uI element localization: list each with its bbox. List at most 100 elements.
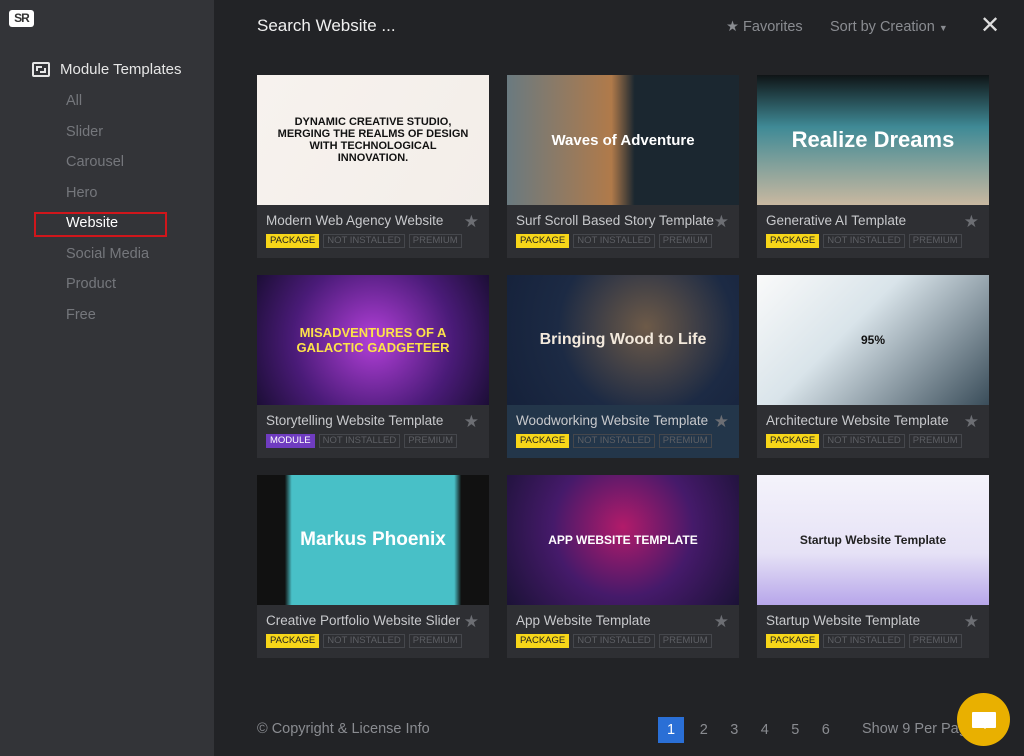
- template-thumbnail[interactable]: MISADVENTURES OF A GALACTIC GADGETEER: [257, 275, 489, 405]
- type-badge: PACKAGE: [516, 634, 570, 648]
- card-info: Architecture Website Template ★ PACKAGE …: [757, 405, 989, 458]
- install-status-badge: NOT INSTALLED: [823, 634, 905, 648]
- favorite-star-icon[interactable]: ★: [714, 212, 729, 232]
- thumbnail-headline: MISADVENTURES OF A GALACTIC GADGETEER: [296, 325, 450, 355]
- type-badge: PACKAGE: [516, 234, 570, 248]
- badges: PACKAGE NOT INSTALLED PREMIUM: [766, 634, 980, 648]
- thumbnail-headline: 95%: [860, 333, 886, 347]
- sidebar-item-hero[interactable]: Hero: [66, 183, 149, 214]
- page-4[interactable]: 4: [750, 717, 781, 743]
- premium-badge: PREMIUM: [658, 234, 712, 248]
- install-status-badge: NOT INSTALLED: [823, 434, 905, 448]
- thumbnail-headline: Realize Dreams: [791, 127, 955, 152]
- premium-badge: PREMIUM: [408, 634, 462, 648]
- type-badge: MODULE: [266, 434, 315, 448]
- card-info: Modern Web Agency Website ★ PACKAGE NOT …: [257, 205, 489, 258]
- badges: PACKAGE NOT INSTALLED PREMIUM: [766, 234, 980, 248]
- sidebar-item-slider[interactable]: Slider: [66, 122, 149, 153]
- type-badge: PACKAGE: [766, 634, 820, 648]
- template-thumbnail[interactable]: Waves of Adventure: [507, 75, 739, 205]
- template-card[interactable]: Realize Dreams Generative AI Template ★ …: [757, 75, 989, 258]
- star-icon: ★: [726, 19, 739, 35]
- card-info: Generative AI Template ★ PACKAGE NOT INS…: [757, 205, 989, 258]
- premium-badge: PREMIUM: [908, 434, 962, 448]
- chat-icon: [971, 711, 996, 729]
- favorite-star-icon[interactable]: ★: [714, 612, 729, 632]
- type-badge: PACKAGE: [266, 234, 320, 248]
- sidebar-item-all[interactable]: All: [66, 91, 149, 122]
- template-thumbnail[interactable]: Startup Website Template: [757, 475, 989, 605]
- card-info: Surf Scroll Based Story Template ★ PACKA…: [507, 205, 739, 258]
- sidebar-item-free[interactable]: Free: [66, 305, 149, 336]
- favorite-star-icon[interactable]: ★: [964, 412, 979, 432]
- chat-button[interactable]: [957, 693, 1010, 746]
- template-title: Startup Website Template: [766, 613, 921, 628]
- template-title: Modern Web Agency Website: [266, 213, 444, 228]
- install-status-badge: NOT INSTALLED: [323, 234, 405, 248]
- page-5[interactable]: 5: [780, 717, 811, 743]
- template-thumbnail[interactable]: 95%: [757, 275, 989, 405]
- page-6[interactable]: 6: [811, 717, 842, 743]
- template-card[interactable]: Waves of Adventure Surf Scroll Based Sto…: [507, 75, 739, 258]
- search-input[interactable]: Search Website ...: [257, 16, 396, 36]
- premium-badge: PREMIUM: [908, 234, 962, 248]
- template-card[interactable]: Bringing Wood to Life Woodworking Websit…: [507, 275, 739, 458]
- template-thumbnail[interactable]: Bringing Wood to Life: [507, 275, 739, 405]
- thumbnail-headline: Startup Website Template: [799, 533, 947, 547]
- type-badge: PACKAGE: [266, 634, 320, 648]
- template-card[interactable]: DYNAMIC CREATIVE STUDIO, MERGING THE REA…: [257, 75, 489, 258]
- template-thumbnail[interactable]: Realize Dreams: [757, 75, 989, 205]
- template-title: Generative AI Template: [766, 213, 907, 228]
- close-button[interactable]: ✕: [980, 14, 1000, 38]
- thumbnail-headline: Waves of Adventure: [551, 131, 695, 149]
- type-badge: PACKAGE: [766, 434, 820, 448]
- install-status-badge: NOT INSTALLED: [573, 434, 655, 448]
- thumbnail-headline: Bringing Wood to Life: [539, 331, 707, 348]
- page-3[interactable]: 3: [719, 717, 750, 743]
- card-info: Creative Portfolio Website Slider ★ PACK…: [257, 605, 489, 658]
- badges: PACKAGE NOT INSTALLED PREMIUM: [266, 234, 480, 248]
- template-card[interactable]: Markus Phoenix Creative Portfolio Websit…: [257, 475, 489, 658]
- sidebar-item-carousel[interactable]: Carousel: [66, 152, 149, 183]
- logo: SR: [9, 10, 34, 27]
- type-badge: PACKAGE: [516, 434, 570, 448]
- badges: PACKAGE NOT INSTALLED PREMIUM: [766, 434, 980, 448]
- template-thumbnail[interactable]: DYNAMIC CREATIVE STUDIO, MERGING THE REA…: [257, 75, 489, 205]
- install-status-badge: NOT INSTALLED: [318, 434, 401, 448]
- premium-badge: PREMIUM: [658, 634, 712, 648]
- favorite-star-icon[interactable]: ★: [464, 612, 479, 632]
- template-card[interactable]: 95% Architecture Website Template ★ PACK…: [757, 275, 989, 458]
- sidebar-item-product[interactable]: Product: [66, 274, 149, 305]
- badges: PACKAGE NOT INSTALLED PREMIUM: [266, 634, 480, 648]
- template-card[interactable]: APP WEBSITE TEMPLATE App Website Templat…: [507, 475, 739, 658]
- template-title: Storytelling Website Template: [266, 413, 444, 428]
- favorite-star-icon[interactable]: ★: [964, 612, 979, 632]
- favorites-label: Favorites: [743, 19, 803, 35]
- page-1[interactable]: 1: [658, 717, 684, 743]
- sidebar-item-social-media[interactable]: Social Media: [66, 244, 149, 275]
- favorite-star-icon[interactable]: ★: [714, 412, 729, 432]
- template-title: Architecture Website Template: [766, 413, 949, 428]
- favorites-button[interactable]: ★ Favorites: [726, 19, 803, 35]
- template-card[interactable]: Startup Website Template Startup Website…: [757, 475, 989, 658]
- pagination: 1 2 3 4 5 6: [658, 717, 841, 743]
- install-status-badge: NOT INSTALLED: [573, 234, 655, 248]
- favorite-star-icon[interactable]: ★: [964, 212, 979, 232]
- card-info: Startup Website Template ★ PACKAGE NOT I…: [757, 605, 989, 658]
- favorite-star-icon[interactable]: ★: [464, 212, 479, 232]
- premium-badge: PREMIUM: [908, 634, 962, 648]
- install-status-badge: NOT INSTALLED: [823, 234, 905, 248]
- template-thumbnail[interactable]: APP WEBSITE TEMPLATE: [507, 475, 739, 605]
- thumbnail-headline: Markus Phoenix: [300, 529, 446, 550]
- badges: PACKAGE NOT INSTALLED PREMIUM: [516, 634, 730, 648]
- template-icon: [32, 62, 50, 77]
- selection-highlight: [34, 212, 167, 237]
- template-card[interactable]: MISADVENTURES OF A GALACTIC GADGETEER St…: [257, 275, 489, 458]
- copyright-link[interactable]: © Copyright & License Info: [257, 721, 430, 737]
- favorite-star-icon[interactable]: ★: [464, 412, 479, 432]
- sort-dropdown[interactable]: Sort by Creation ▼: [830, 19, 948, 35]
- page-2[interactable]: 2: [689, 717, 720, 743]
- install-status-badge: NOT INSTALLED: [323, 634, 405, 648]
- module-templates-section[interactable]: Module Templates: [32, 61, 181, 78]
- template-thumbnail[interactable]: Markus Phoenix: [257, 475, 489, 605]
